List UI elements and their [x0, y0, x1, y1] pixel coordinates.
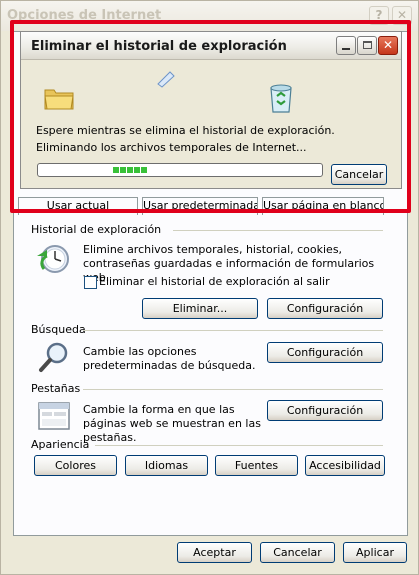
delete-history-dialog: Eliminar el historial de exploración ✕ E… — [20, 31, 402, 189]
apply-button[interactable]: Aplicar — [343, 542, 407, 563]
flying-paper-icon — [157, 71, 175, 88]
minimize-icon — [342, 48, 350, 50]
tabs-window-icon — [38, 402, 70, 430]
progress-block — [127, 167, 133, 173]
progress-block — [134, 167, 140, 173]
magnifier-icon — [39, 342, 68, 372]
separator — [173, 230, 383, 231]
delete-progress-bar — [37, 163, 323, 177]
separator — [83, 389, 383, 390]
cancel-button[interactable]: Cancelar — [260, 542, 335, 563]
tabs-title: Pestañas — [31, 382, 81, 395]
accessibility-button[interactable]: Accesibilidad — [305, 455, 385, 476]
progress-block — [141, 167, 147, 173]
separator — [95, 445, 383, 446]
maximize-button[interactable] — [357, 36, 377, 55]
recycle-bin-icon — [270, 84, 292, 113]
search-description: Cambie las opciones predeterminadas de b… — [83, 345, 256, 372]
history-settings-button[interactable]: Configuración — [267, 298, 383, 319]
search-settings-button[interactable]: Configuración — [267, 342, 383, 363]
browsing-history-title: Historial de exploración — [31, 223, 162, 236]
delete-on-exit-label: Eliminar el historial de exploración al … — [99, 275, 330, 288]
dialog-title-bar: Eliminar el historial de exploración ✕ — [21, 32, 401, 60]
dialog-cancel-button[interactable]: Cancelar — [331, 164, 387, 185]
delete-history-button[interactable]: Eliminar... — [142, 298, 258, 319]
minimize-button[interactable] — [336, 36, 356, 55]
tabs-description: Cambie la forma en que las páginas web s… — [83, 403, 261, 444]
dialog-status: Eliminando los archivos temporales de In… — [36, 141, 307, 154]
folder-icon — [44, 89, 74, 110]
ok-button[interactable]: Aceptar — [177, 542, 252, 563]
fonts-button[interactable]: Fuentes — [215, 455, 298, 476]
search-title: Búsqueda — [31, 323, 86, 336]
dialog-close-button[interactable]: ✕ — [378, 36, 398, 55]
dialog-title: Eliminar el historial de exploración — [31, 39, 287, 54]
colors-button[interactable]: Colores — [34, 455, 117, 476]
appearance-title: Apariencia — [31, 438, 90, 451]
dialog-message: Espere mientras se elimina el historial … — [36, 124, 335, 137]
progress-block — [120, 167, 126, 173]
tabs-settings-button[interactable]: Configuración — [267, 400, 383, 421]
maximize-icon — [362, 41, 372, 49]
progress-block — [113, 167, 119, 173]
languages-button[interactable]: Idiomas — [125, 455, 208, 476]
history-clock-icon — [37, 245, 69, 273]
separator — [83, 330, 383, 331]
close-icon: ✕ — [382, 38, 394, 52]
delete-on-exit-checkbox[interactable] — [84, 276, 97, 289]
